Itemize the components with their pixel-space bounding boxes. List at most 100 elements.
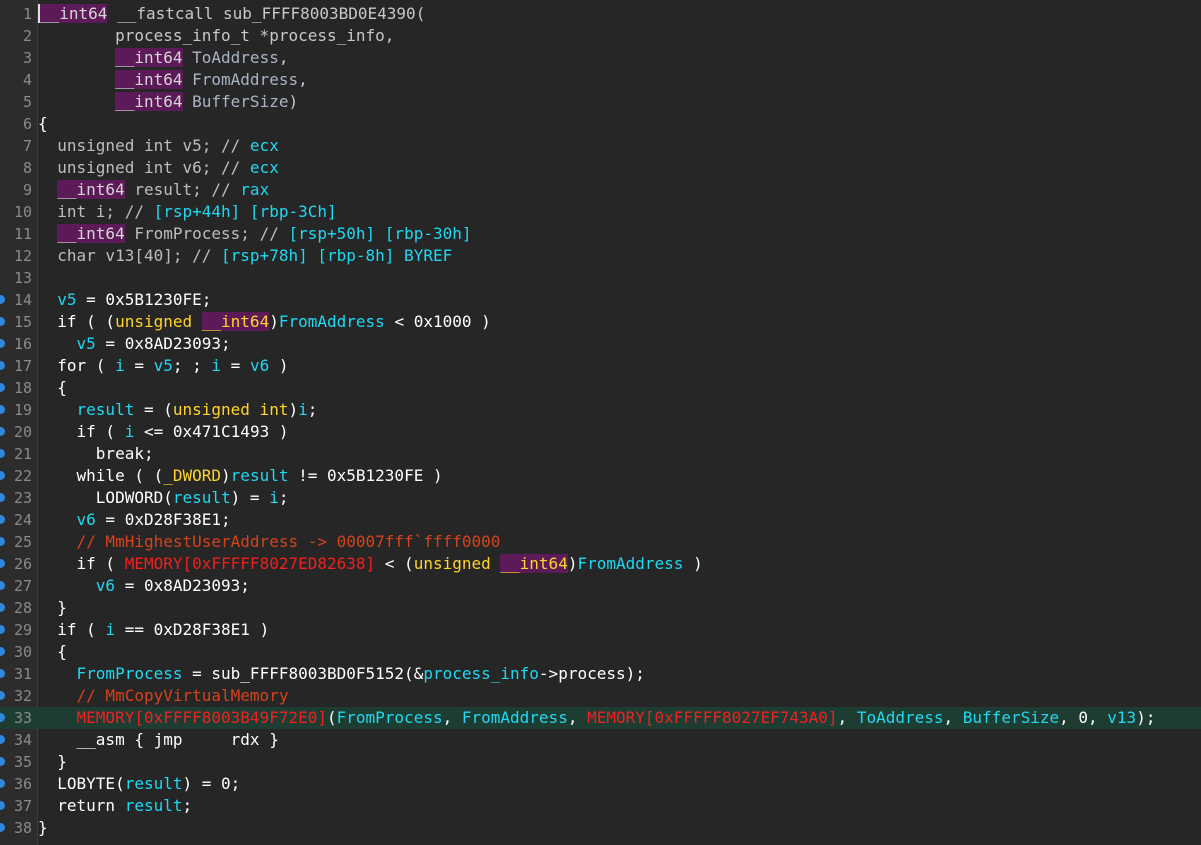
code-line[interactable]: 21 break; (0, 443, 1201, 465)
line-number: 22 (13, 467, 32, 485)
line-number: 11 (13, 225, 32, 243)
code-line[interactable]: 24 v6 = 0xD28F38E1; (0, 509, 1201, 531)
code-token: LODWORD( (38, 488, 173, 507)
code-line[interactable]: 35 } (0, 751, 1201, 773)
code-token: if ( (38, 554, 125, 573)
code-line[interactable]: 27 v6 = 0x8AD23093; (0, 575, 1201, 597)
code-text: __int64 FromAddress, (38, 69, 308, 91)
code-text: for ( i = v5; ; i = v6 ) (38, 355, 288, 377)
code-line[interactable]: 4 __int64 FromAddress, (0, 69, 1201, 91)
code-token: , (278, 48, 289, 67)
code-token: __int64 (57, 180, 125, 199)
code-token: , (298, 70, 308, 89)
code-token: ->process); (538, 664, 645, 683)
code-token: result (172, 488, 231, 507)
code-line[interactable]: 1 __int64 __fastcall sub_FFFF8003BD0E4390… (0, 3, 1201, 25)
code-line[interactable]: 20 if ( i <= 0x471C1493 ) (0, 421, 1201, 443)
code-text: while ( (_DWORD)result != 0x5B1230FE ) (38, 465, 443, 487)
code-line[interactable]: 11 __int64 FromProcess; // [rsp+50h] [rb… (0, 223, 1201, 245)
code-text: unsigned int v5; // ecx (38, 135, 279, 157)
code-token: i (124, 422, 135, 441)
code-token: v13 (1107, 708, 1137, 727)
code-line[interactable]: 14 v5 = 0x5B1230FE; (0, 289, 1201, 311)
code-line[interactable]: 6{ (0, 113, 1201, 135)
code-token: return (38, 796, 125, 815)
line-number: 35 (13, 753, 32, 771)
line-number: 26 (13, 555, 32, 573)
code-line[interactable]: 26 if ( MEMORY[0xFFFFF8027ED82638] < (un… (0, 553, 1201, 575)
pseudocode-editor[interactable]: 1 __int64 __fastcall sub_FFFF8003BD0E4390… (0, 0, 1201, 845)
code-token: , (943, 708, 963, 727)
code-line[interactable]: 7 unsigned int v5; // ecx (0, 135, 1201, 157)
code-line[interactable]: 33 MEMORY[0xFFFF8003B49F72E0](FromProces… (0, 707, 1201, 729)
code-line[interactable]: 23 LODWORD(result) = i; (0, 487, 1201, 509)
code-token: result (230, 466, 289, 485)
code-line[interactable]: 15 if ( (unsigned __int64)FromAddress < … (0, 311, 1201, 333)
code-line[interactable]: 32 // MmCopyVirtualMemory (0, 685, 1201, 707)
code-line[interactable]: 10 int i; // [rsp+44h] [rbp-3Ch] (0, 201, 1201, 223)
line-number: 21 (13, 445, 32, 463)
code-line[interactable]: 37 return result; (0, 795, 1201, 817)
code-line[interactable]: 16 v5 = 0x8AD23093; (0, 333, 1201, 355)
line-number: 14 (13, 291, 32, 309)
code-text: v5 = 0x5B1230FE; (38, 289, 211, 311)
code-line[interactable]: 22 while ( (_DWORD)result != 0x5B1230FE … (0, 465, 1201, 487)
code-line[interactable]: 34 __asm { jmp rdx } (0, 729, 1201, 751)
code-line[interactable]: 12 char v13[40]; // [rsp+78h] [rbp-8h] B… (0, 245, 1201, 267)
code-token: } (38, 818, 48, 837)
code-line[interactable]: 8 unsigned int v6; // ecx (0, 157, 1201, 179)
code-line[interactable]: 31 FromProcess = sub_FFFF8003BD0F5152(&p… (0, 663, 1201, 685)
code-token: MEMORY[0xFFFFF8027ED82638] (124, 554, 376, 573)
code-token: int i; // (38, 202, 154, 221)
line-number: 19 (13, 401, 32, 419)
code-line[interactable]: 38} (0, 817, 1201, 839)
line-number: 36 (13, 775, 32, 793)
code-token: unsigned (413, 554, 501, 573)
code-token: , (442, 708, 462, 727)
line-number: 15 (13, 313, 32, 331)
code-line[interactable]: 9 __int64 result; // rax (0, 179, 1201, 201)
code-token: { (38, 114, 48, 133)
line-number: 27 (13, 577, 32, 595)
code-token: __fastcall sub_FFFF8003BD0E4390( (107, 4, 426, 23)
line-number: 30 (13, 643, 32, 661)
code-line[interactable]: 30 { (0, 641, 1201, 663)
code-token: if ( ( (38, 312, 116, 331)
code-token: [rsp+50h] [rbp-30h] (288, 224, 472, 243)
line-number: 25 (13, 533, 32, 551)
code-token: i (298, 400, 308, 419)
code-line[interactable]: 25 // MmHighestUserAddress -> 00007fff`f… (0, 531, 1201, 553)
code-token: == 0xD28F38E1 ) (115, 620, 270, 639)
code-line[interactable]: 36 LOBYTE(result) = 0; (0, 773, 1201, 795)
code-token: ecx (249, 136, 279, 155)
code-token: v5 (153, 356, 173, 375)
code-line[interactable]: 5 __int64 BufferSize) (0, 91, 1201, 113)
code-text: } (38, 751, 67, 773)
code-line[interactable]: 13 (0, 267, 1201, 289)
code-token: FromAddress (278, 312, 385, 331)
code-line[interactable]: 18 { (0, 377, 1201, 399)
code-token: BufferSize (182, 92, 289, 111)
code-token: unsigned int v6; // (38, 158, 250, 177)
line-number: 7 (22, 137, 32, 155)
code-line[interactable]: 19 result = (unsigned int)i; (0, 399, 1201, 421)
code-text: } (38, 817, 48, 839)
code-line[interactable]: 3 __int64 ToAddress, (0, 47, 1201, 69)
code-token: , (567, 708, 588, 727)
line-number: 16 (13, 335, 32, 353)
line-number: 13 (13, 269, 32, 287)
code-line[interactable]: 2 process_info_t *process_info, (0, 25, 1201, 47)
code-line[interactable]: 28 } (0, 597, 1201, 619)
code-line[interactable]: 17 for ( i = v5; ; i = v6 ) (0, 355, 1201, 377)
code-token: v6 (38, 510, 96, 529)
code-token: rax (240, 180, 270, 199)
code-token: __int64 (57, 224, 125, 243)
code-line[interactable]: 29 if ( i == 0xD28F38E1 ) (0, 619, 1201, 641)
code-token: i (269, 488, 279, 507)
line-number: 31 (13, 665, 32, 683)
code-token: process_info (423, 664, 539, 683)
code-token: if ( (38, 422, 125, 441)
